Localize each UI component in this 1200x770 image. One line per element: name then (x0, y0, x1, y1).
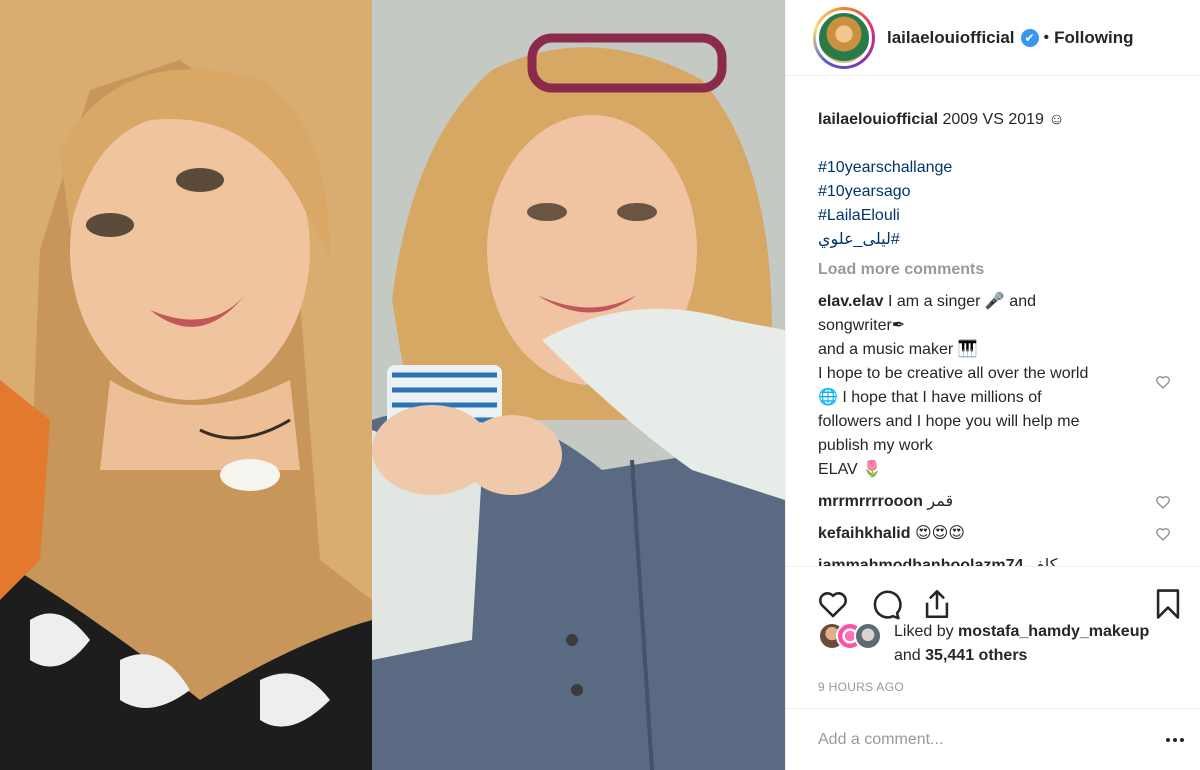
likes-summary: Liked by mostafa_hamdy_makeup and 35,441… (818, 620, 1188, 668)
likes-text: Liked by mostafa_hamdy_makeup and 35,441… (894, 620, 1149, 668)
post-header: lailaelouiofficial ✔ • Following (786, 0, 1200, 76)
share-icon[interactable] (920, 587, 954, 621)
caption-hashtags: #10yearschallange #10yearsago #LailaElou… (818, 156, 1171, 252)
comment-username[interactable]: mrrmrrrrooon (818, 493, 923, 510)
post-side-panel: lailaelouiofficial ✔ • Following lailael… (785, 0, 1200, 770)
comment-text-line: 😍😍😍 (914, 525, 965, 542)
liker-avatars[interactable] (818, 622, 882, 650)
post-caption: lailaelouiofficial 2009 VS 2019 ☺ #10yea… (818, 108, 1171, 252)
instagram-post: lailaelouiofficial ✔ • Following lailael… (0, 0, 1200, 770)
comment-text-line: قمر (927, 493, 954, 510)
hashtag-link[interactable]: #10yearschallange (818, 156, 1171, 180)
comment-username[interactable]: kefaihkhalid (818, 525, 910, 542)
comment-text-line: 🌐 I hope that I have millions of (818, 389, 1042, 406)
comment-item: iammahmodhanhoolazm74 كلف (818, 554, 1171, 566)
comment-item: mrrmrrrrooon قمر (818, 490, 1171, 514)
following-button[interactable]: Following (1054, 28, 1133, 48)
comment-like-heart-icon[interactable] (1155, 526, 1171, 542)
profile-avatar[interactable] (813, 6, 875, 69)
header-username[interactable]: lailaelouiofficial (887, 28, 1015, 48)
likes-count-button[interactable]: 35,441 others (925, 647, 1027, 664)
comment-like-heart-icon[interactable] (1155, 374, 1171, 390)
avatar-image (816, 9, 872, 66)
photo-2009 (0, 0, 372, 770)
comment-text-line: I hope to be creative all over the world (818, 365, 1089, 382)
add-comment-input[interactable] (818, 730, 1138, 749)
photo-2019-illustration (372, 0, 785, 770)
header-separator: • (1043, 28, 1050, 46)
comment-text-line: I am a singer 🎤 and (888, 293, 1036, 310)
add-comment-bar (786, 708, 1200, 770)
comment-text-line: ELAV 🌷 (818, 461, 883, 478)
comment-bubble-icon[interactable] (868, 587, 902, 621)
hashtag-link[interactable]: #LailaElouli (818, 204, 1171, 228)
hashtag-link[interactable]: #10yearsago (818, 180, 1171, 204)
comment-text-line: songwriter✒ (818, 317, 906, 334)
comment-username[interactable]: elav.elav (818, 293, 884, 310)
comment-text-line: followers and I hope you will help me (818, 413, 1080, 430)
caption-username[interactable]: lailaelouiofficial (818, 111, 938, 128)
liker-avatar (854, 622, 882, 650)
comment-like-heart-icon[interactable] (1155, 494, 1171, 510)
post-timestamp[interactable]: 9 hours ago (818, 680, 904, 694)
comment-username[interactable]: iammahmodhanhoolazm74 (818, 557, 1023, 566)
comment-text-line: كلف (1027, 557, 1058, 566)
heart-icon[interactable] (816, 587, 850, 621)
likes-connector: and (894, 647, 921, 664)
likes-prefix: Liked by (894, 623, 954, 640)
caption-text: 2009 VS 2019 ☺ (942, 111, 1065, 128)
photo-2009-illustration (0, 0, 372, 770)
comment-text-line: publish my work (818, 437, 933, 454)
post-actions (786, 566, 1200, 626)
hashtag-link[interactable]: #ليلى_علوي (818, 228, 1171, 252)
photo-2019 (372, 0, 785, 770)
load-more-comments-button[interactable]: Load more comments (818, 258, 1171, 282)
liked-by-username[interactable]: mostafa_hamdy_makeup (958, 623, 1149, 640)
comment-item: kefaihkhalid 😍😍😍 (818, 522, 1171, 546)
bookmark-icon[interactable] (1151, 587, 1185, 621)
more-options-icon[interactable] (1163, 728, 1187, 752)
comment-text-line: and a music maker 🎹 (818, 341, 978, 358)
comments-list[interactable]: lailaelouiofficial 2009 VS 2019 ☺ #10yea… (786, 96, 1200, 566)
verified-badge-icon: ✔ (1020, 28, 1039, 47)
comment-item: elav.elav I am a singer 🎤 and songwriter… (818, 290, 1171, 482)
post-media[interactable] (0, 0, 785, 770)
